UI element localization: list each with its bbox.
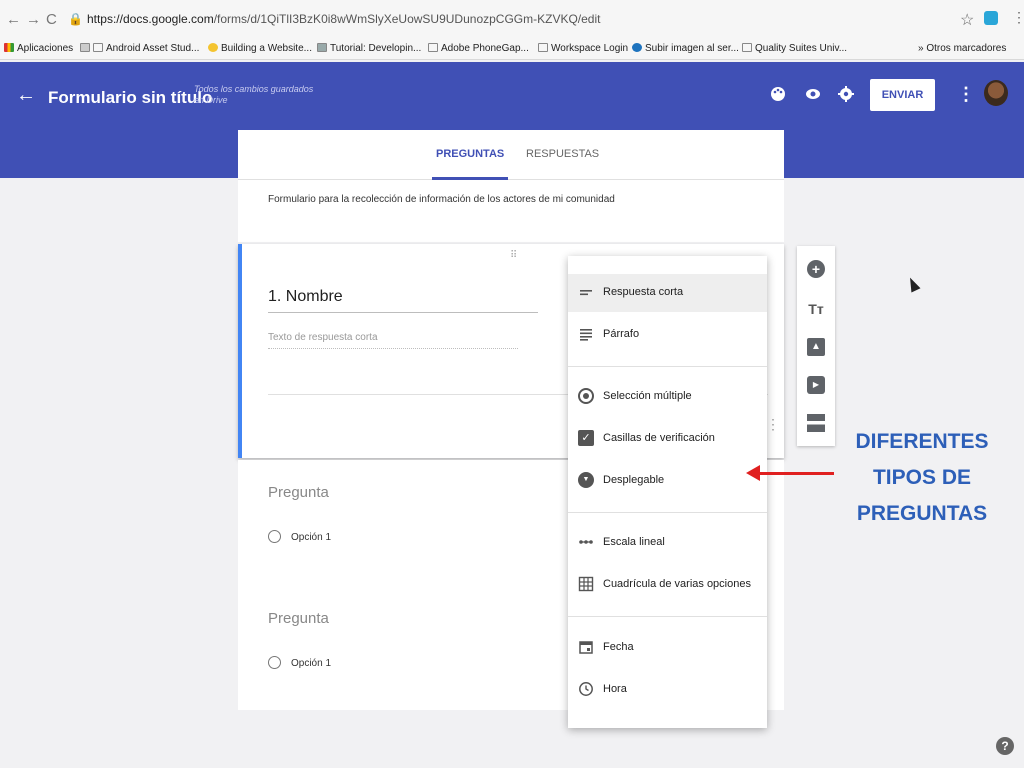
add-image-icon[interactable]: ▲ <box>807 338 825 356</box>
menu-item-grid[interactable]: Cuadrícula de varias opciones <box>568 566 767 604</box>
add-question-icon[interactable]: + <box>807 260 825 278</box>
phonegap-icon <box>428 43 438 52</box>
bookmark-workspace[interactable]: Workspace Login <box>538 43 628 54</box>
help-icon[interactable]: ? <box>996 737 1014 755</box>
menu-item-short-answer[interactable]: Respuesta corta <box>568 274 767 312</box>
radio-button-icon <box>578 388 594 404</box>
browser-forward-button[interactable]: → <box>26 11 41 29</box>
question-more-icon[interactable]: ⋮ <box>766 416 780 433</box>
bookmark-star-icon[interactable]: ☆ <box>960 10 974 30</box>
checkbox-icon: ✓ <box>578 430 594 446</box>
radio-icon <box>268 656 281 669</box>
side-toolbar: + Tт ▲ ▶ <box>797 246 835 446</box>
url-field[interactable]: 🔒 https://docs.google.com/forms/d/1QiTlI3… <box>68 12 600 26</box>
upload-icon <box>632 43 642 52</box>
bookmark-other[interactable]: » Otros marcadores <box>918 43 1006 54</box>
form-title[interactable]: Formulario sin título <box>48 88 212 108</box>
tab-bar: PREGUNTAS RESPUESTAS <box>238 130 784 180</box>
annotation-label: DIFERENTES TIPOS DE PREGUNTAS <box>855 430 989 525</box>
paragraph-icon <box>580 329 592 341</box>
bookmark-building-website[interactable]: Building a Website... <box>208 43 312 54</box>
avatar[interactable] <box>984 80 1008 106</box>
apps-icon <box>4 43 14 52</box>
more-options-icon[interactable]: ⋮ <box>957 84 975 105</box>
bookmark-android-asset[interactable]: Android Asset Stud... <box>80 43 199 54</box>
browser-back-button[interactable]: ← <box>6 11 21 29</box>
radio-icon <box>268 530 281 543</box>
question-title-input[interactable]: 1. Nombre <box>268 288 538 313</box>
annotation-arrow-line <box>756 472 834 475</box>
menu-item-paragraph[interactable]: Párrafo <box>568 316 767 354</box>
menu-item-dropdown[interactable]: ▼ Desplegable <box>568 462 767 500</box>
page-icon <box>742 43 752 52</box>
linear-scale-icon <box>579 540 593 544</box>
menu-separator <box>568 366 767 367</box>
url-host: https://docs.google.com <box>86 12 214 26</box>
short-answer-placeholder: Texto de respuesta corta <box>268 332 518 349</box>
send-button[interactable]: ENVIAR <box>870 79 935 111</box>
grid-icon <box>578 576 594 592</box>
browser-menu-icon[interactable]: ⋮ <box>1012 9 1024 26</box>
menu-item-linear-scale[interactable]: Escala lineal <box>568 524 767 562</box>
mouse-cursor-icon <box>905 275 921 293</box>
settings-gear-icon[interactable] <box>838 86 854 102</box>
question-2-title[interactable]: Pregunta <box>268 484 329 501</box>
question-2-option[interactable]: Opción 1 <box>268 530 331 543</box>
short-answer-icon <box>580 290 592 296</box>
add-video-icon[interactable]: ▶ <box>807 376 825 394</box>
calendar-icon <box>579 641 593 654</box>
annotation-arrow-head <box>746 465 760 481</box>
drag-handle-icon[interactable]: ⠿ <box>510 250 518 261</box>
add-section-icon[interactable] <box>807 414 825 432</box>
bookmark-quality-suites[interactable]: Quality Suites Univ... <box>742 43 847 54</box>
form-description-card: Formulario para la recolección de inform… <box>238 180 784 242</box>
menu-item-checkboxes[interactable]: ✓ Casillas de verificación <box>568 420 767 458</box>
browser-reload-button[interactable]: C <box>46 11 57 29</box>
question-type-menu: Respuesta corta Párrafo Selección múltip… <box>568 256 767 728</box>
add-title-icon[interactable]: Tт <box>807 300 825 318</box>
menu-item-multiple-choice[interactable]: Selección múltiple <box>568 378 767 416</box>
bookmark-tutorial[interactable]: Tutorial: Developin... <box>317 43 421 54</box>
tab-questions[interactable]: PREGUNTAS <box>431 148 509 180</box>
tab-responses[interactable]: RESPUESTAS <box>526 148 599 160</box>
thumbnail-icon <box>317 43 327 52</box>
back-arrow-icon[interactable]: ← <box>16 84 36 107</box>
palette-icon[interactable] <box>770 86 786 102</box>
workspace-icon <box>538 43 548 52</box>
folder-icon <box>80 43 90 52</box>
extension-icon[interactable] <box>984 11 998 25</box>
form-description[interactable]: Formulario para la recolección de inform… <box>268 194 615 205</box>
bookmark-apps[interactable]: Aplicaciones <box>4 43 73 54</box>
dropdown-icon: ▼ <box>578 472 594 488</box>
bookmark-phonegap[interactable]: Adobe PhoneGap... <box>428 43 529 54</box>
preview-eye-icon[interactable] <box>805 86 821 102</box>
bulb-icon <box>208 43 218 52</box>
bookmark-subir-imagen[interactable]: Subir imagen al ser... <box>632 43 739 54</box>
save-status: Todos los cambios guardados en Drive <box>194 84 314 105</box>
menu-separator <box>568 616 767 617</box>
menu-item-date[interactable]: Fecha <box>568 629 767 667</box>
question-3-option[interactable]: Opción 1 <box>268 656 331 669</box>
menu-separator <box>568 512 767 513</box>
clock-icon <box>579 682 593 696</box>
bookmarks-bar: Aplicaciones Android Asset Stud... Build… <box>0 40 1024 60</box>
browser-address-bar: ← → C 🔒 https://docs.google.com/forms/d/1… <box>0 0 1024 40</box>
question-3-title[interactable]: Pregunta <box>268 610 329 627</box>
page-icon <box>93 43 103 52</box>
lock-icon: 🔒 <box>68 12 83 26</box>
menu-item-time[interactable]: Hora <box>568 671 767 709</box>
url-path: /forms/d/1QiTlI3BzK0i8wWmSlyXeUowSU9UDun… <box>213 12 601 26</box>
